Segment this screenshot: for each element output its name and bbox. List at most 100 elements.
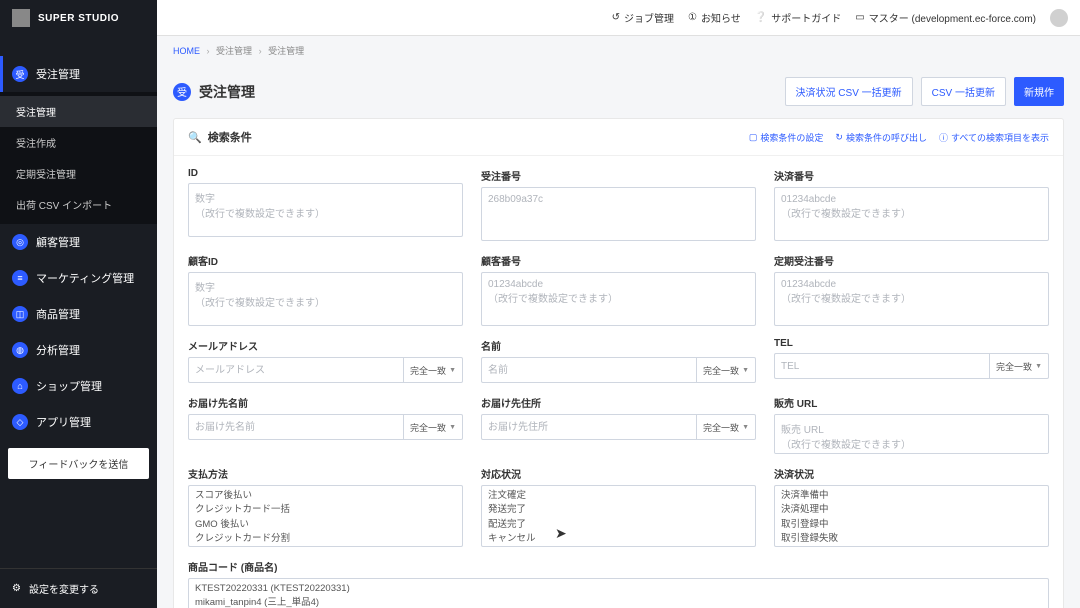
nav-order[interactable]: 受 受注管理 [0, 56, 157, 92]
page-title-icon: 受 [173, 83, 191, 101]
label-sale-url: 販売 URL [774, 395, 1049, 410]
subnav-subscription[interactable]: 定期受注管理 [0, 158, 157, 189]
list-option[interactable]: スコア後払い [195, 489, 456, 503]
input-id[interactable] [188, 183, 463, 237]
input-payment-no[interactable] [774, 187, 1049, 241]
info-icon: ⓘ [939, 131, 948, 144]
list-option[interactable]: 注文確定 [488, 489, 749, 503]
save-search-link[interactable]: ▢検索条件の設定 [749, 131, 824, 144]
list-option[interactable]: 決済処理中 [781, 503, 1042, 517]
csv-status-button[interactable]: 決済状況 CSV 一括更新 [785, 77, 913, 106]
nav-marketing[interactable]: ≡ マーケティング管理 [0, 260, 157, 296]
nav-analytics-icon: ◍ [12, 342, 28, 358]
list-option[interactable]: 決済準備中 [781, 489, 1042, 503]
nav-app[interactable]: ◇アプリ管理 [0, 404, 157, 440]
list-option[interactable]: クレジットカード分割 [195, 532, 456, 546]
list-option[interactable]: 発送完了 [488, 503, 749, 517]
list-status[interactable]: 注文確定発送完了配送完了キャンセル [481, 485, 756, 547]
input-ship-addr[interactable] [481, 414, 697, 440]
logo-text: SUPER STUDIO [38, 13, 119, 24]
help-icon: ❔ [755, 12, 767, 23]
label-subscription-no: 定期受注番号 [774, 253, 1049, 268]
bookmark-icon: ▢ [749, 132, 758, 143]
bell-icon: ① [688, 12, 697, 23]
match-name[interactable]: 完全一致 [697, 357, 756, 383]
list-option[interactable]: KTEST20220331 (KTEST20220331) [195, 582, 1042, 596]
settings-link[interactable]: ⚙ 設定を変更する [0, 568, 157, 608]
crumb-home[interactable]: HOME [173, 46, 200, 56]
load-search-link[interactable]: ↻検索条件の呼び出し [835, 131, 927, 144]
nav-label: 商品管理 [36, 306, 80, 322]
label-ship-addr: お届け先住所 [481, 395, 756, 410]
show-all-link[interactable]: ⓘすべての検索項目を表示 [939, 131, 1049, 144]
label-email: メールアドレス [188, 338, 463, 353]
list-option[interactable]: GMO 後払い [195, 518, 456, 532]
input-sale-url[interactable] [774, 414, 1049, 454]
list-option[interactable]: 配送完了 [488, 518, 749, 532]
list-option[interactable]: 取引登録中 [781, 518, 1042, 532]
page-title: 受注管理 [199, 82, 255, 102]
nav-label: マーケティング管理 [36, 270, 134, 286]
match-tel[interactable]: 完全一致 [990, 353, 1049, 379]
list-option[interactable]: クレジットカード一括 [195, 503, 456, 517]
top-support[interactable]: ❔サポートガイド [755, 10, 841, 25]
subnav-order-list[interactable]: 受注管理 [0, 96, 157, 127]
list-option[interactable]: mikami_tanpin4 (三上_単品4) [195, 596, 1042, 608]
page-header: 受 受注管理 決済状況 CSV 一括更新 CSV 一括更新 新規作 [157, 65, 1080, 118]
subnav-order-create[interactable]: 受注作成 [0, 127, 157, 158]
subnav-csv-import[interactable]: 出荷 CSV インポート [0, 189, 157, 220]
label-customer-no: 顧客番号 [481, 253, 756, 268]
feedback-button[interactable]: フィードバックを送信 [8, 448, 149, 479]
crumb-l2: 受注管理 [268, 46, 304, 56]
nav-label: 受注管理 [36, 66, 80, 82]
label-status: 対応状況 [481, 466, 756, 481]
input-customer-id[interactable] [188, 272, 463, 326]
input-customer-no[interactable] [481, 272, 756, 326]
logo-icon [12, 9, 30, 27]
label-settlement: 決済状況 [774, 466, 1049, 481]
input-subscription-no[interactable] [774, 272, 1049, 326]
input-order-no[interactable] [481, 187, 756, 241]
avatar[interactable] [1050, 9, 1068, 27]
list-settlement[interactable]: 決済準備中決済処理中取引登録中取引登録失敗 [774, 485, 1049, 547]
csv-bulk-button[interactable]: CSV 一括更新 [921, 77, 1006, 106]
list-option[interactable]: 取引登録失敗 [781, 532, 1042, 546]
nav-label: 分析管理 [36, 342, 80, 358]
nav-label: 顧客管理 [36, 234, 80, 250]
match-ship-addr[interactable]: 完全一致 [697, 414, 756, 440]
breadcrumb: HOME › 受注管理 › 受注管理 [157, 36, 1080, 65]
match-ship-name[interactable]: 完全一致 [404, 414, 463, 440]
sidebar: SUPER STUDIO 受 受注管理 受注管理 受注作成 定期受注管理 出荷 … [0, 0, 157, 608]
label-ship-name: お届け先名前 [188, 395, 463, 410]
logo[interactable]: SUPER STUDIO [0, 0, 157, 36]
list-payment-method[interactable]: スコア後払いクレジットカード一括GMO 後払いクレジットカード分割 [188, 485, 463, 547]
nav-customer[interactable]: ◎顧客管理 [0, 224, 157, 260]
match-email[interactable]: 完全一致 [404, 357, 463, 383]
label-name: 名前 [481, 338, 756, 353]
top-notice[interactable]: ①お知らせ [688, 10, 741, 25]
gear-icon: ⚙ [12, 583, 21, 594]
nav-analytics[interactable]: ◍ 分析管理 [0, 332, 157, 368]
label-product-code: 商品コード (商品名) [188, 559, 1049, 574]
list-option[interactable]: キャンセル [488, 532, 749, 546]
history-icon: ↺ [612, 12, 620, 23]
list-product-code[interactable]: KTEST20220331 (KTEST20220331)mikami_tanp… [188, 578, 1049, 608]
nav-label: ショップ管理 [36, 378, 102, 394]
crumb-l1[interactable]: 受注管理 [216, 46, 252, 56]
laptop-icon: ▭ [855, 12, 864, 23]
search-icon: 🔍 [188, 131, 202, 144]
input-tel[interactable] [774, 353, 990, 379]
input-name[interactable] [481, 357, 697, 383]
input-ship-name[interactable] [188, 414, 404, 440]
new-button[interactable]: 新規作 [1014, 77, 1064, 106]
top-master[interactable]: ▭マスター (development.ec-force.com) [855, 10, 1036, 25]
nav-shop[interactable]: ⌂ ショップ管理 [0, 368, 157, 404]
nav-product[interactable]: ◫商品管理 [0, 296, 157, 332]
search-title: 🔍 検索条件 [188, 129, 252, 145]
nav-shop-icon: ⌂ [12, 378, 28, 394]
input-email[interactable] [188, 357, 404, 383]
label-tel: TEL [774, 338, 1049, 349]
nav-marketing-icon: ≡ [12, 270, 28, 286]
top-jobs[interactable]: ↺ジョブ管理 [612, 10, 674, 25]
nav-label: アプリ管理 [36, 414, 91, 430]
